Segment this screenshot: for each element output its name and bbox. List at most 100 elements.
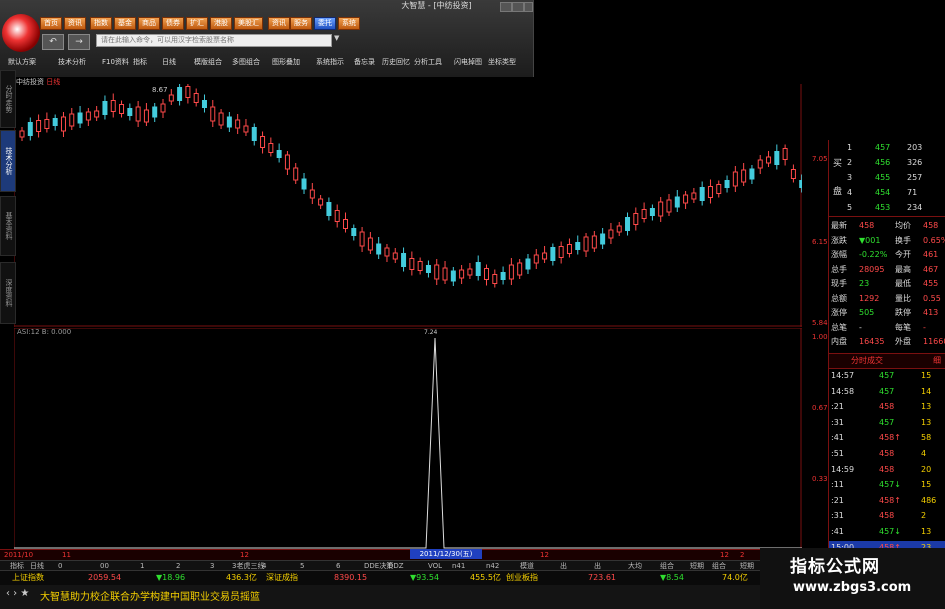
cy-index-name[interactable]: 创业板指 [506, 571, 538, 585]
toolbar-button[interactable]: 系统 [338, 17, 360, 30]
menu-item[interactable]: 默认方案 [8, 56, 36, 68]
toolbar-button[interactable]: 商品 [138, 17, 160, 30]
app-logo-icon[interactable] [2, 14, 40, 52]
order-row[interactable]: 5 453 234 [829, 200, 945, 215]
toolbar-button[interactable]: 港股 [210, 17, 232, 30]
candle-body [351, 228, 357, 236]
tick-time: :41 [831, 527, 844, 536]
toolbar-button[interactable]: 美股汇 [234, 17, 263, 30]
order-row[interactable]: 3 455 257 [829, 170, 945, 185]
order-volume: 71 [907, 188, 918, 197]
menu-item[interactable]: 坐标类型 [488, 56, 516, 68]
watermark-title: 指标公式网 [790, 557, 880, 577]
menu-item[interactable]: 指标 [133, 56, 147, 68]
tick-row: 14:58 457 14 [829, 385, 945, 399]
toolbar-button[interactable]: 委托 [314, 17, 336, 30]
menu-item[interactable]: 分析工具 [414, 56, 442, 68]
tick-volume: 4 [921, 449, 927, 458]
candle-body [334, 210, 340, 222]
command-dropdown-icon[interactable]: ▼ [334, 34, 343, 47]
indicator-chart[interactable]: 7.24 [14, 328, 802, 549]
menu-item[interactable]: 多图组合 [232, 56, 260, 68]
order-row[interactable]: 4 454 71 [829, 185, 945, 200]
toolbar-button[interactable]: 资讯 [64, 17, 86, 30]
cy-index-amount: 74.0亿 [722, 573, 748, 582]
maximize-icon[interactable] [512, 2, 524, 12]
tick-row: :31 457 13 [829, 416, 945, 430]
tick-time: 14:58 [831, 386, 855, 396]
order-level: 4 [847, 188, 853, 197]
quote-label: 总笔 [831, 322, 847, 332]
quote-row: 涨幅 -0.22% 今开 461 [829, 248, 945, 262]
minimize-icon[interactable] [500, 2, 512, 12]
quote-row: 现手 23 最低 455 [829, 277, 945, 291]
menu-item[interactable]: 历史回忆 [382, 56, 410, 68]
back-button[interactable]: ↶ [42, 34, 64, 50]
forward-button[interactable]: → [68, 34, 90, 50]
news-controls[interactable]: ‹ › ★ [6, 588, 29, 599]
tick-row: 14:59 458 20 [829, 463, 945, 477]
sz-index-name[interactable]: 深证成指 [266, 571, 298, 585]
candle-body [301, 178, 307, 190]
price-axis-label: 7.05 [812, 155, 828, 163]
side-tab[interactable]: 分时走势 [0, 70, 16, 128]
candle-body [459, 269, 465, 279]
quote-row: 总手 28095 最高 467 [829, 263, 945, 277]
date-tick: 11 [62, 551, 71, 559]
candle-body [19, 130, 25, 138]
indicator-axis-label: 0.67 [812, 404, 828, 412]
candle-body [326, 202, 332, 216]
indicator-axis-label: 0.33 [812, 475, 828, 483]
candle-body [102, 101, 108, 115]
menu-item[interactable]: F10资料 [102, 56, 129, 68]
sh-index-name[interactable]: 上证指数 [12, 571, 44, 585]
order-row[interactable]: 2 456 326 [829, 155, 945, 170]
sh-index-amount: 436.3亿 [226, 573, 257, 582]
news-ticker[interactable]: 大智慧助力校企联合办学构建中国职业交易员摇篮 [40, 588, 260, 603]
kline-chart[interactable]: 8.67 [14, 84, 802, 327]
toolbar-button[interactable]: 首页 [40, 17, 62, 30]
candle-body [666, 199, 672, 213]
menu-item[interactable]: 图形叠加 [272, 56, 300, 68]
menu-item[interactable]: 系统指示 [316, 56, 344, 68]
ticks-header[interactable]: 分时成交 细 [829, 353, 945, 369]
close-icon[interactable] [524, 2, 533, 12]
command-input[interactable] [96, 34, 332, 47]
toolbar-button[interactable]: 扩汇 [186, 17, 208, 30]
order-row[interactable]: 1 457 203 [829, 140, 945, 155]
quote-row: 涨跌 ▼001 换手 0.65% [829, 234, 945, 248]
candle-body [616, 225, 622, 233]
tick-row: 14:57 457 15 [829, 369, 945, 383]
toolbar-button[interactable]: 资讯 [268, 17, 290, 30]
menu-item[interactable]: 日线 [162, 56, 176, 68]
candle-body [583, 236, 589, 252]
candle-body [235, 119, 241, 129]
candle-body [649, 208, 655, 216]
candle-body [575, 242, 581, 250]
candle-body [691, 192, 697, 200]
candle-body [260, 136, 266, 148]
side-tab[interactable]: 深度资料 [0, 262, 16, 324]
tick-volume: 15 [921, 480, 932, 490]
toolbar-button[interactable]: 服务 [290, 17, 312, 30]
tick-time: :41 [831, 433, 844, 443]
candle-body [591, 235, 597, 249]
toolbar-button[interactable]: 指数 [90, 17, 112, 30]
menu-item[interactable]: 模版组合 [194, 56, 222, 68]
side-tab[interactable]: 基本资料 [0, 196, 16, 256]
tick-volume: 13 [921, 402, 932, 412]
menu-item[interactable]: 闪电掉图 [454, 56, 482, 68]
order-price: 456 [875, 158, 891, 167]
candle-body [392, 252, 398, 260]
side-tab[interactable]: 技术分析 [0, 130, 16, 192]
menu-item[interactable]: 技术分析 [58, 56, 86, 68]
candle-body [193, 93, 199, 103]
tick-volume: 486 [921, 495, 937, 505]
menu-item[interactable]: 备忘录 [354, 56, 375, 68]
watermark-url: www.zbgs3.com [793, 580, 912, 595]
toolbar-button[interactable]: 基金 [114, 17, 136, 30]
tick-row: :51 458 4 [829, 447, 945, 461]
date-axis: 2011/10 11 12 12 12 2 [0, 549, 760, 560]
candle-body [401, 253, 407, 267]
toolbar-button[interactable]: 债券 [162, 17, 184, 30]
